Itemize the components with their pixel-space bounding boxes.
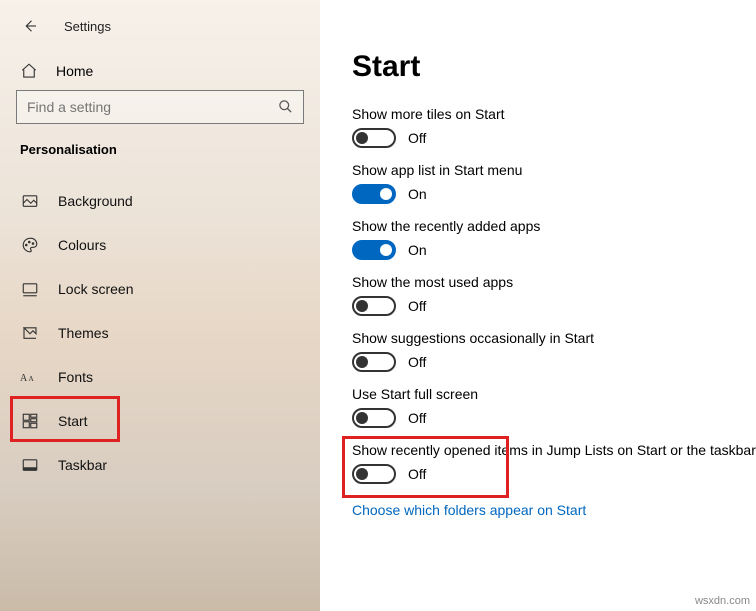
toggle-switch[interactable]: [352, 296, 396, 316]
search-input[interactable]: [27, 99, 278, 115]
sidebar-item-label: Fonts: [58, 369, 93, 385]
watermark: wsxdn.com: [695, 595, 750, 607]
toggle-state: Off: [408, 466, 426, 482]
toggle-state: Off: [408, 354, 426, 370]
home-button[interactable]: Home: [16, 54, 304, 90]
themes-icon: [20, 323, 40, 343]
app-title: Settings: [64, 19, 111, 34]
svg-text:A: A: [28, 374, 34, 383]
sidebar: Settings Home Personalisation: [0, 0, 320, 611]
setting-row: Show the most used apps Off: [352, 274, 756, 316]
setting-label: Show suggestions occasionally in Start: [352, 330, 756, 346]
sidebar-item-fonts[interactable]: AA Fonts: [0, 355, 320, 399]
setting-label: Use Start full screen: [352, 386, 756, 402]
setting-label: Show recently opened items in Jump Lists…: [352, 442, 756, 458]
setting-row: Show recently opened items in Jump Lists…: [352, 442, 756, 484]
toggle-switch[interactable]: [352, 408, 396, 428]
sidebar-item-label: Lock screen: [58, 281, 133, 297]
sidebar-item-colours[interactable]: Colours: [0, 223, 320, 267]
sidebar-item-start[interactable]: Start: [0, 399, 320, 443]
setting-row: Show more tiles on Start Off: [352, 106, 756, 148]
sidebar-item-label: Taskbar: [58, 457, 107, 473]
taskbar-icon: [20, 455, 40, 475]
toggle-state: On: [408, 242, 427, 258]
setting-label: Show app list in Start menu: [352, 162, 756, 178]
start-icon: [20, 411, 40, 431]
sidebar-item-background[interactable]: Background: [0, 179, 320, 223]
setting-row: Show suggestions occasionally in Start Of…: [352, 330, 756, 372]
toggle-switch[interactable]: [352, 464, 396, 484]
toggle-switch[interactable]: [352, 240, 396, 260]
setting-label: Show more tiles on Start: [352, 106, 756, 122]
toggle-switch[interactable]: [352, 184, 396, 204]
main-panel: Start Show more tiles on Start Off Show ap…: [320, 0, 756, 611]
toggle-state: Off: [408, 410, 426, 426]
setting-row: Show the recently added apps On: [352, 218, 756, 260]
setting-label: Show the recently added apps: [352, 218, 756, 234]
palette-icon: [20, 235, 40, 255]
toggle-state: Off: [408, 298, 426, 314]
toggle-switch[interactable]: [352, 128, 396, 148]
setting-row: Use Start full screen Off: [352, 386, 756, 428]
sidebar-item-themes[interactable]: Themes: [0, 311, 320, 355]
home-icon: [20, 62, 38, 80]
setting-row: Show app list in Start menu On: [352, 162, 756, 204]
sidebar-item-label: Background: [58, 193, 133, 209]
fonts-icon: AA: [20, 367, 40, 387]
toggle-switch[interactable]: [352, 352, 396, 372]
sidebar-item-label: Start: [58, 413, 88, 429]
toggle-state: On: [408, 186, 427, 202]
picture-icon: [20, 191, 40, 211]
sidebar-item-lock-screen[interactable]: Lock screen: [0, 267, 320, 311]
toggle-state: Off: [408, 130, 426, 146]
sidebar-item-taskbar[interactable]: Taskbar: [0, 443, 320, 487]
back-icon[interactable]: [20, 16, 40, 36]
home-label: Home: [56, 63, 93, 79]
sidebar-item-label: Themes: [58, 325, 109, 341]
choose-folders-link[interactable]: Choose which folders appear on Start: [352, 502, 586, 518]
category-heading: Personalisation: [0, 138, 320, 165]
svg-text:A: A: [20, 373, 28, 384]
sidebar-nav: Background Colours Lock screen Themes: [0, 179, 320, 487]
sidebar-item-label: Colours: [58, 237, 106, 253]
search-box[interactable]: [16, 90, 304, 124]
lock-screen-icon: [20, 279, 40, 299]
setting-label: Show the most used apps: [352, 274, 756, 290]
search-icon: [278, 99, 293, 115]
page-title: Start: [352, 50, 756, 84]
